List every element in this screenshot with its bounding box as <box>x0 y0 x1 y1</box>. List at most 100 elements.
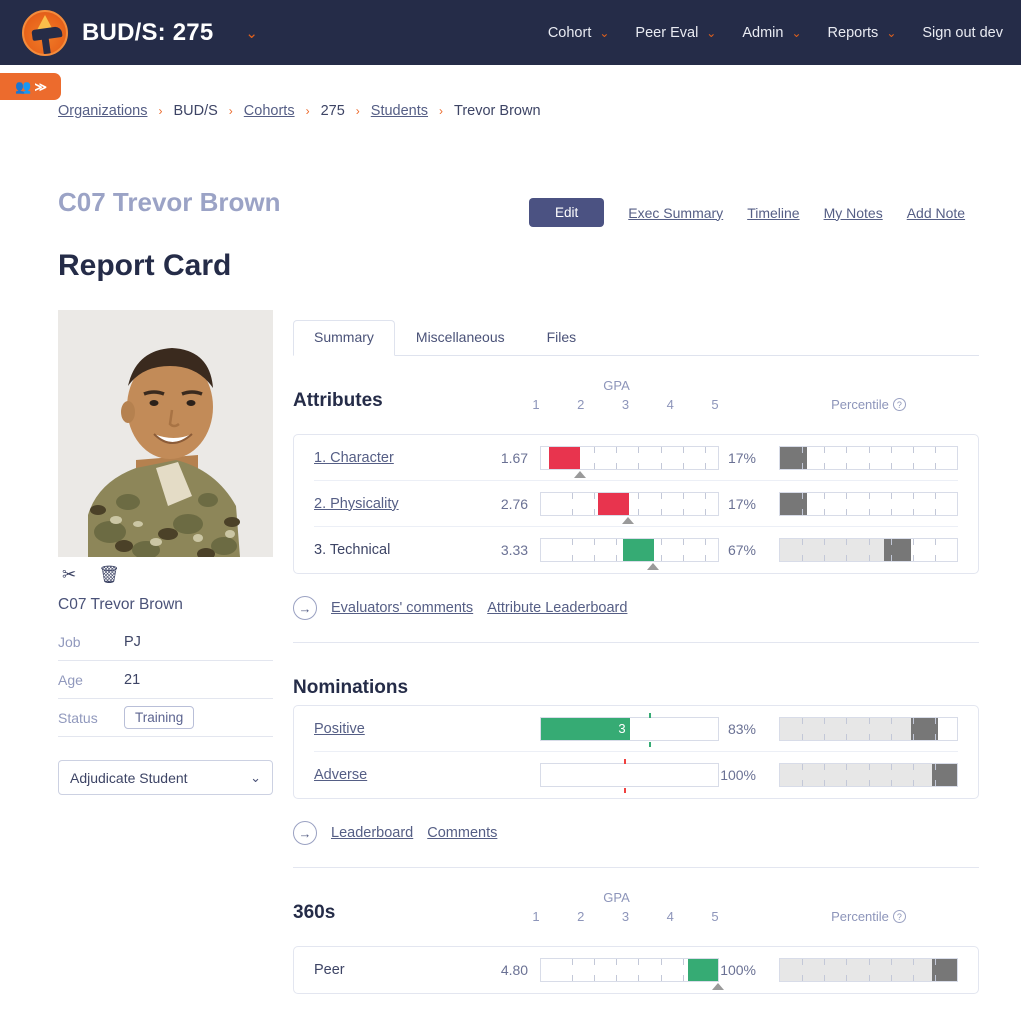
status-badge: Training <box>124 706 195 729</box>
exec-summary-link[interactable]: Exec Summary <box>628 205 723 221</box>
evaluators-comments-link[interactable]: Evaluators' comments <box>331 600 473 616</box>
gpa-gauge-marker <box>647 563 659 570</box>
table-row: 3. Technical 3.33 67% <box>314 527 958 573</box>
row-label-link[interactable]: 2. Physicality <box>314 496 399 512</box>
gpa-tick-label: 4 <box>666 909 674 924</box>
nominations-comments-link[interactable]: Comments <box>427 825 497 841</box>
brand-chevron-down-icon[interactable]: ⌄ <box>245 24 258 42</box>
gauge-tick-marks <box>780 446 957 469</box>
edit-button[interactable]: Edit <box>529 198 605 227</box>
student-name-heading: C07 Trevor Brown <box>58 187 281 217</box>
nav-item-reports[interactable]: Reports ⌄ <box>828 25 897 41</box>
breadcrumb-item-cohorts[interactable]: Cohorts <box>244 103 295 119</box>
nav-item-cohort-label: Cohort <box>547 24 592 41</box>
page-title: Report Card <box>58 248 232 282</box>
breadcrumb-item-current: Trevor Brown <box>454 103 541 119</box>
chevron-down-icon: ⌄ <box>791 25 802 40</box>
row-label-link[interactable]: Adverse <box>314 767 367 783</box>
gpa-gauge <box>540 538 720 570</box>
tab-files[interactable]: Files <box>526 320 598 355</box>
attributes-section-header: Attributes GPA 1 2 3 4 5 Percentile? <box>293 378 979 434</box>
nomination-gauge: 3 <box>540 712 720 747</box>
main-content: Summary Miscellaneous Files Attributes G… <box>293 320 979 994</box>
row-label: Adverse <box>314 767 494 783</box>
row-percentile-value: 100% <box>720 767 756 783</box>
gpa-tick-label: 4 <box>666 397 674 412</box>
nav-item-peer-eval[interactable]: Peer Eval ⌄ <box>635 25 716 41</box>
tab-summary[interactable]: Summary <box>293 320 395 356</box>
gpa-tick-label: 3 <box>621 909 630 924</box>
gpa-gauge <box>540 491 720 524</box>
table-row: Status Training <box>58 699 273 737</box>
gpa-tick-label: 2 <box>577 397 585 412</box>
section-title-attributes: Attributes <box>293 390 383 411</box>
nav-item-cohort[interactable]: Cohort ⌄ <box>548 25 610 41</box>
add-note-link[interactable]: Add Note <box>907 205 965 221</box>
table-row: Job PJ <box>58 623 273 661</box>
nav-item-admin[interactable]: Admin ⌄ <box>742 25 801 41</box>
breadcrumb-separator-icon: › <box>305 104 310 118</box>
help-icon[interactable]: ? <box>892 910 906 923</box>
table-row: 2. Physicality 2.76 17% <box>314 481 958 527</box>
percentile-axis-label: Percentile? <box>779 397 958 412</box>
nav-item-admin-label: Admin <box>742 24 784 41</box>
info-value-age: 21 <box>124 671 141 688</box>
row-label-link[interactable]: 1. Character <box>314 450 394 466</box>
nomination-average-tick <box>624 759 627 764</box>
nominations-card: Positive 3 83% Adverse 100% <box>293 705 979 799</box>
arrow-right-circle-icon[interactable]: → <box>293 596 317 620</box>
row-label: 2. Physicality <box>314 496 494 512</box>
row-label: 3. Technical <box>314 542 494 558</box>
gpa-tick-label: 1 <box>532 909 540 924</box>
row-label-link[interactable]: Positive <box>314 721 365 737</box>
profile-info-table: Job PJ Age 21 Status Training <box>58 623 273 737</box>
percentile-bar <box>779 445 958 470</box>
crop-icon[interactable]: ✂ <box>62 566 76 583</box>
gpa-gauge-marker <box>621 516 634 524</box>
row-percentile-value: 100% <box>720 962 756 978</box>
breadcrumb: Organizations › BUD/S › Cohorts › 275 › … <box>58 103 541 119</box>
gpa-gauge-fill <box>622 539 654 561</box>
section-divider <box>293 642 979 643</box>
my-notes-link[interactable]: My Notes <box>824 205 883 221</box>
arrow-right-circle-icon[interactable]: → <box>293 821 317 845</box>
help-icon[interactable]: ? <box>892 398 906 411</box>
nomination-average-tick <box>649 741 652 747</box>
nav-item-sign-out-label: Sign out dev <box>922 24 1003 41</box>
nav-right-group: Cohort ⌄ Peer Eval ⌄ Admin ⌄ Reports ⌄ S… <box>548 25 1003 41</box>
timeline-link[interactable]: Timeline <box>747 205 799 221</box>
table-row: Peer 4.80 100% <box>314 947 958 993</box>
brand-block[interactable]: BUD/S: 275 ⌄ <box>22 9 258 56</box>
attribute-leaderboard-link[interactable]: Attribute Leaderboard <box>487 600 627 616</box>
tab-miscellaneous[interactable]: Miscellaneous <box>395 320 526 355</box>
row-label-text: Peer <box>314 962 345 978</box>
table-row: 1. Character 1.67 17% <box>314 435 958 481</box>
row-score-value: 1.67 <box>500 449 529 466</box>
gpa-tick-label: 2 <box>577 909 585 924</box>
breadcrumb-item-organizations[interactable]: Organizations <box>58 103 147 119</box>
threesixties-card: Peer 4.80 100% <box>293 946 979 994</box>
photo-tool-group: ✂ 🗑 <box>58 566 273 583</box>
row-score-value: 4.80 <box>500 962 529 978</box>
student-roster-toggle-button[interactable]: 👥 ≫ <box>0 73 61 100</box>
row-percentile-value: 17% <box>727 449 756 466</box>
adjudicate-student-select[interactable]: Adjudicate Student ⌄ <box>58 760 273 795</box>
nav-item-sign-out[interactable]: Sign out dev <box>922 25 1003 41</box>
percentile-axis-label: Percentile? <box>779 909 958 924</box>
info-key-job: Job <box>58 633 81 650</box>
row-label: Positive <box>314 721 494 737</box>
gauge-tick-marks <box>780 764 957 786</box>
breadcrumb-item-students[interactable]: Students <box>371 103 428 119</box>
breadcrumb-item-buds: BUD/S <box>173 103 218 119</box>
info-key-status: Status <box>58 709 98 726</box>
row-percentile-value: 83% <box>727 720 756 737</box>
table-row: Positive 3 83% <box>314 706 958 752</box>
breadcrumb-separator-icon: › <box>355 104 360 118</box>
chevron-down-icon: ⌄ <box>706 25 717 40</box>
row-percentile-value: 17% <box>727 495 756 512</box>
nomination-average-tick <box>649 712 652 718</box>
gpa-gauge <box>540 445 720 478</box>
delete-icon[interactable]: 🗑 <box>98 566 120 583</box>
nominations-leaderboard-link[interactable]: Leaderboard <box>331 825 413 841</box>
top-navigation-bar: BUD/S: 275 ⌄ Cohort ⌄ Peer Eval ⌄ Admin … <box>0 0 1021 65</box>
